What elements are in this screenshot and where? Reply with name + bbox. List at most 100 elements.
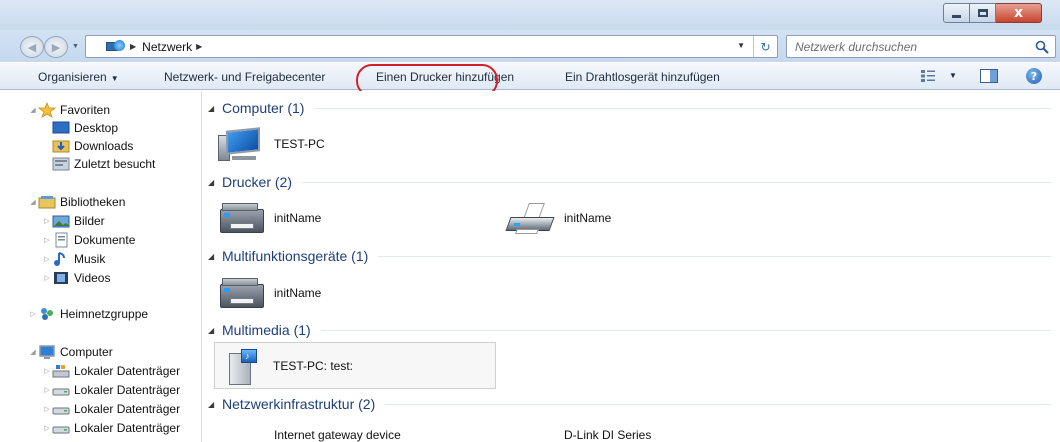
sidebar-item-computer[interactable]: ◢ Computer <box>28 343 113 361</box>
breadcrumb-chevron-icon[interactable]: ▶ <box>196 42 202 51</box>
caption-buttons: x <box>943 3 1042 23</box>
address-row: ◀ ▶ ▼ ▶ Netzwerk ▶ ▼ ↻ <box>0 30 1060 62</box>
preview-pane-icon[interactable] <box>980 69 998 83</box>
sidebar-item-pictures[interactable]: ▷ Bilder <box>42 212 104 230</box>
collapse-arrow-icon[interactable]: ◢ <box>208 178 220 187</box>
expand-arrow-icon[interactable]: ◢ <box>28 198 38 206</box>
sidebar-item-label: Musik <box>74 252 106 266</box>
expand-arrow-icon[interactable]: ▷ <box>42 367 52 375</box>
collapse-arrow-icon[interactable]: ◢ <box>208 400 220 409</box>
title-bar[interactable]: x <box>0 0 1060 30</box>
organize-menu-button[interactable]: Organisieren ▼ <box>38 70 119 84</box>
drive-icon <box>52 382 70 398</box>
add-wireless-device-button[interactable]: Ein Drahtlosgerät hinzufügen <box>565 70 720 84</box>
sidebar-item-label: Videos <box>74 271 111 285</box>
expand-arrow-icon[interactable]: ▷ <box>42 236 52 244</box>
device-item[interactable]: D-Link DI Series <box>506 419 651 442</box>
collapse-arrow-icon[interactable]: ◢ <box>208 326 220 335</box>
device-label: initName <box>564 211 612 225</box>
search-input[interactable] <box>795 39 1025 54</box>
pictures-icon <box>52 213 70 229</box>
group-header-computer[interactable]: ◢ Computer (1) <box>203 98 1060 118</box>
group-header-multimedia[interactable]: ◢ Multimedia (1) <box>203 320 1060 340</box>
breadcrumb-chevron-icon[interactable]: ▶ <box>130 42 136 51</box>
group-title: Netzwerkinfrastruktur (2) <box>222 396 376 412</box>
device-item[interactable]: ♪ TEST-PC: test: <box>214 342 496 389</box>
expand-arrow-icon[interactable]: ◢ <box>28 348 38 356</box>
network-icon <box>106 39 126 54</box>
group-divider <box>302 181 1051 183</box>
back-button[interactable]: ◀ <box>20 36 44 58</box>
maximize-button[interactable] <box>970 3 996 23</box>
refresh-icon: ↻ <box>760 39 771 54</box>
sidebar-item-label: Lokaler Datenträger <box>74 383 181 397</box>
sidebar-item-downloads[interactable]: Downloads <box>52 137 133 155</box>
breadcrumb-network[interactable]: Netzwerk <box>142 40 192 54</box>
device-item[interactable]: TEST-PC <box>216 123 325 165</box>
address-bar[interactable]: ▶ Netzwerk ▶ ▼ ↻ <box>85 35 778 58</box>
group-header-printers[interactable]: ◢ Drucker (2) <box>203 172 1060 192</box>
sidebar-item-label: Zuletzt besucht <box>74 157 156 171</box>
device-item[interactable]: initName <box>216 197 321 239</box>
refresh-button[interactable]: ↻ <box>753 36 777 57</box>
sidebar-item-label: Lokaler Datenträger <box>74 421 181 435</box>
network-center-button[interactable]: Netzwerk- und Freigabecenter <box>164 70 325 84</box>
recent-pages-dropdown[interactable]: ▼ <box>72 43 79 50</box>
drive-icon <box>52 420 70 436</box>
collapse-arrow-icon[interactable]: ◢ <box>208 252 220 261</box>
expand-arrow-icon[interactable]: ▷ <box>42 217 52 225</box>
sidebar-item-label: Favoriten <box>60 103 111 117</box>
sidebar-item-homegroup[interactable]: ▷ Heimnetzgruppe <box>28 305 148 323</box>
expand-arrow-icon[interactable]: ▷ <box>42 424 52 432</box>
sidebar-item-desktop[interactable]: Desktop <box>52 119 118 137</box>
group-header-multifunction[interactable]: ◢ Multifunktionsgeräte (1) <box>203 246 1060 266</box>
sidebar-item-label: Lokaler Datenträger <box>74 364 181 378</box>
maximize-icon <box>977 9 988 17</box>
device-item[interactable]: initName <box>216 272 321 314</box>
router-icon <box>506 421 554 442</box>
sidebar-item-music[interactable]: ▷ Musik <box>42 250 105 268</box>
sidebar-item-videos[interactable]: ▷ Videos <box>42 269 110 287</box>
group-title: Multifunktionsgeräte (1) <box>222 248 369 264</box>
expand-arrow-icon[interactable]: ▷ <box>42 255 52 263</box>
expand-arrow-icon[interactable]: ▷ <box>28 310 38 318</box>
sidebar-item-favorites[interactable]: ◢ Favoriten <box>28 101 110 119</box>
device-item[interactable]: initName <box>505 197 612 239</box>
downloads-folder-icon <box>52 138 70 154</box>
group-title: Multimedia (1) <box>222 322 311 338</box>
sidebar-item-documents[interactable]: ▷ Dokumente <box>42 231 135 249</box>
sidebar-item-local-disk[interactable]: ▷ Lokaler Datenträger <box>42 400 180 418</box>
change-view-icon[interactable] <box>920 69 936 83</box>
explorer-window: x ◀ ▶ ▼ ▶ Netzwerk ▶ ▼ ↻ Netzwerk durchs… <box>0 0 1060 442</box>
group-title: Computer (1) <box>222 100 305 116</box>
expand-arrow-icon[interactable]: ▷ <box>42 405 52 413</box>
help-icon[interactable]: ? <box>1026 68 1042 84</box>
close-button[interactable]: x <box>996 3 1042 23</box>
back-arrow-icon: ◀ <box>27 41 37 54</box>
sidebar-item-recent[interactable]: Zuletzt besucht <box>52 155 155 173</box>
view-options-dropdown[interactable]: ▼ <box>949 71 957 80</box>
recent-places-icon <box>52 156 70 172</box>
collapse-arrow-icon[interactable]: ◢ <box>208 104 220 113</box>
expand-arrow-icon[interactable]: ◢ <box>28 106 38 114</box>
device-item[interactable]: Internet gateway device <box>216 419 401 442</box>
sidebar-item-local-disk[interactable]: ▷ Lokaler Datenträger <box>42 381 180 399</box>
drive-icon <box>52 401 70 417</box>
documents-icon <box>52 232 70 248</box>
minimize-button[interactable] <box>943 3 970 23</box>
sidebar-item-local-disk[interactable]: ▷ Lokaler Datenträger <box>42 362 180 380</box>
group-divider <box>378 255 1051 257</box>
music-icon <box>52 251 70 267</box>
group-header-infrastructure[interactable]: ◢ Netzwerkinfrastruktur (2) <box>203 394 1060 414</box>
forward-button[interactable]: ▶ <box>44 36 68 58</box>
address-history-dropdown[interactable]: ▼ <box>737 41 745 50</box>
sidebar-item-libraries[interactable]: ◢ Bibliotheken <box>28 193 125 211</box>
navigation-pane: ◢ Favoriten Desktop Downloads Zuletzt be… <box>0 91 202 442</box>
search-icon[interactable] <box>1035 40 1049 54</box>
sidebar-item-local-disk[interactable]: ▷ Lokaler Datenträger <box>42 419 180 437</box>
expand-arrow-icon[interactable]: ▷ <box>42 386 52 394</box>
search-box[interactable] <box>786 35 1056 58</box>
sidebar-item-label: Dokumente <box>74 233 136 247</box>
expand-arrow-icon[interactable]: ▷ <box>42 274 52 282</box>
command-bar: Organisieren ▼ Netzwerk- und Freigabecent… <box>0 62 1060 90</box>
